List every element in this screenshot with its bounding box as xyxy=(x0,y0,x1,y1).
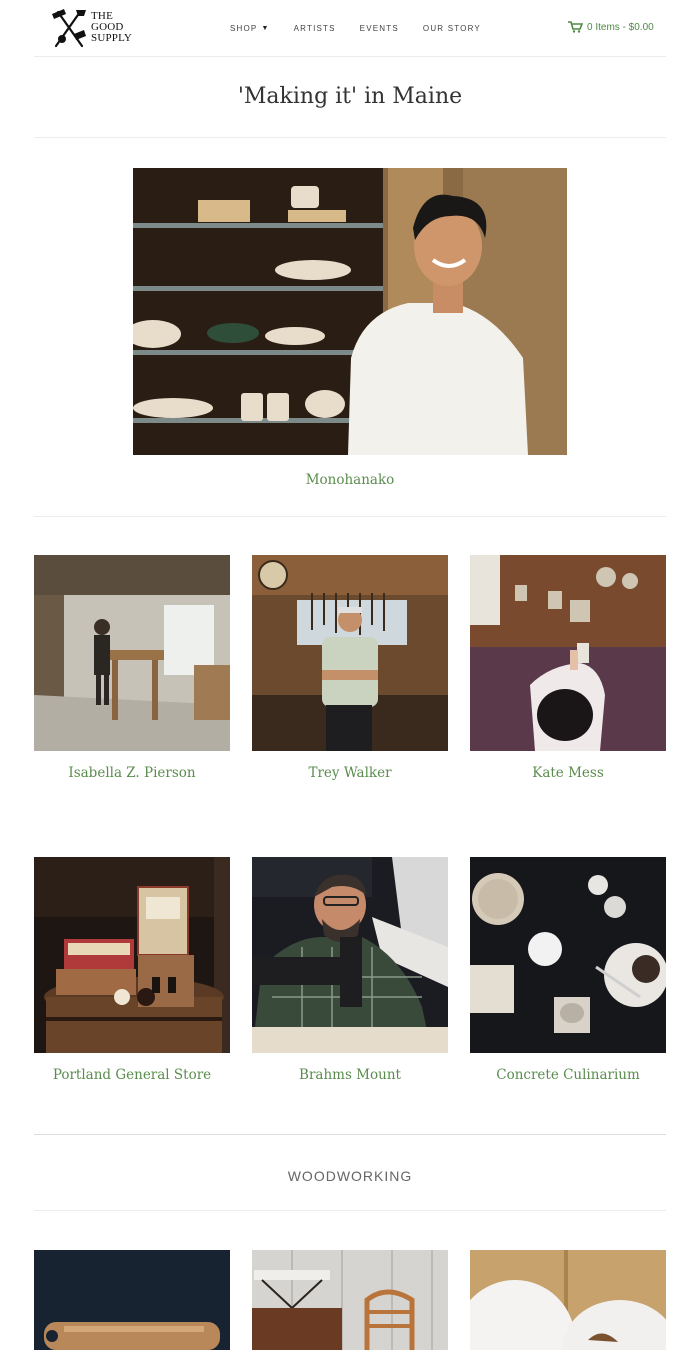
artist-photo[interactable] xyxy=(34,857,230,1053)
logo-wordmark: THE GOOD SUPPLY xyxy=(91,10,133,44)
artist-photo[interactable] xyxy=(470,555,666,751)
cart-icon xyxy=(568,21,583,33)
nav-artists[interactable]: ARTISTS xyxy=(294,24,336,33)
artist-name[interactable]: Trey Walker xyxy=(252,765,448,781)
section-divider xyxy=(34,1134,666,1135)
nav-shop[interactable]: SHOP ▼ xyxy=(230,24,270,33)
nav-our-story[interactable]: OUR STORY xyxy=(423,24,481,33)
featured-divider xyxy=(34,516,666,517)
artist-photo[interactable] xyxy=(34,555,230,751)
artist-name[interactable]: Isabella Z. Pierson xyxy=(34,765,230,781)
artist-name[interactable]: Kate Mess xyxy=(470,765,666,781)
section-title: WOODWORKING xyxy=(287,1168,413,1184)
logo[interactable]: THE GOOD SUPPLY xyxy=(50,6,140,50)
nav-events[interactable]: EVENTS xyxy=(360,24,399,33)
artist-name[interactable]: Portland General Store xyxy=(34,1067,230,1083)
cart-summary: 0 Items - $0.00 xyxy=(587,21,654,33)
section-title-divider xyxy=(34,1210,666,1211)
title-divider xyxy=(34,137,666,138)
tools-logo-icon xyxy=(52,9,86,48)
product-photo[interactable] xyxy=(34,1250,230,1350)
header-divider xyxy=(34,56,666,57)
artist-photo[interactable] xyxy=(470,857,666,1053)
caret-down-icon: ▼ xyxy=(261,25,270,32)
cart-link[interactable]: 0 Items - $0.00 xyxy=(568,21,654,33)
artist-photo[interactable] xyxy=(252,555,448,751)
product-photo[interactable] xyxy=(470,1250,666,1350)
page-title: 'Making it' in Maine xyxy=(237,84,463,109)
artist-name[interactable]: Brahms Mount xyxy=(252,1067,448,1083)
artist-name[interactable]: Concrete Culinarium xyxy=(470,1067,666,1083)
featured-artist-photo[interactable] xyxy=(133,168,567,455)
product-photo[interactable] xyxy=(252,1250,448,1350)
featured-artist-name[interactable]: Monohanako xyxy=(133,472,567,488)
main-nav: SHOP ▼ ARTISTS EVENTS OUR STORY xyxy=(230,24,505,33)
artist-photo[interactable] xyxy=(252,857,448,1053)
